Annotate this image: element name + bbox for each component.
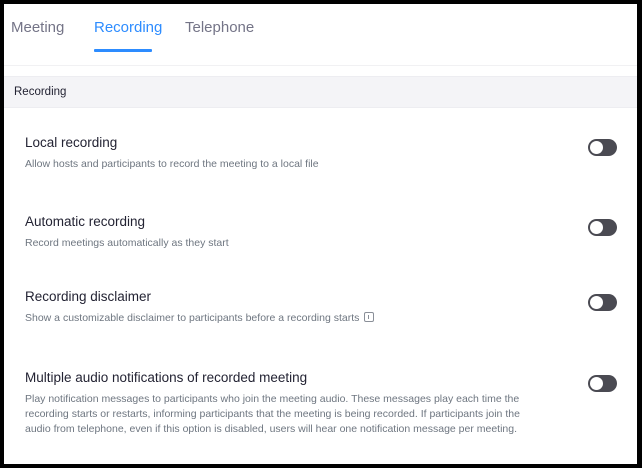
- setting-title: Automatic recording: [25, 214, 146, 229]
- setting-description: Show a customizable disclaimer to partic…: [25, 311, 525, 326]
- audio-notifications-toggle[interactable]: [588, 375, 617, 392]
- automatic-recording-toggle[interactable]: [588, 219, 617, 236]
- setting-description-text: Show a customizable disclaimer to partic…: [25, 312, 360, 324]
- toggle-knob: [590, 377, 603, 390]
- setting-title: Local recording: [25, 135, 118, 150]
- setting-description: Record meetings automatically as they st…: [25, 237, 229, 249]
- toggle-knob: [590, 296, 603, 309]
- setting-description: Play notification messages to participan…: [25, 393, 520, 435]
- settings-panel: Meeting Recording Telephone Recording Lo…: [4, 4, 637, 464]
- setting-title: Recording disclaimer: [25, 289, 152, 304]
- setting-description: Allow hosts and participants to record t…: [25, 158, 319, 170]
- setting-title: Multiple audio notifications of recorded…: [25, 370, 308, 385]
- tab-bar: Meeting Recording Telephone: [4, 4, 637, 66]
- local-recording-toggle[interactable]: [588, 139, 617, 156]
- section-header: Recording: [4, 76, 637, 108]
- toggle-knob: [590, 141, 603, 154]
- active-tab-indicator: [94, 49, 152, 52]
- recording-disclaimer-toggle[interactable]: [588, 294, 617, 311]
- section-title: Recording: [14, 86, 67, 98]
- toggle-knob: [590, 221, 603, 234]
- tab-recording[interactable]: Recording: [94, 19, 162, 36]
- info-icon[interactable]: [364, 312, 375, 322]
- tab-meeting[interactable]: Meeting: [11, 19, 64, 36]
- tab-telephone[interactable]: Telephone: [185, 19, 254, 36]
